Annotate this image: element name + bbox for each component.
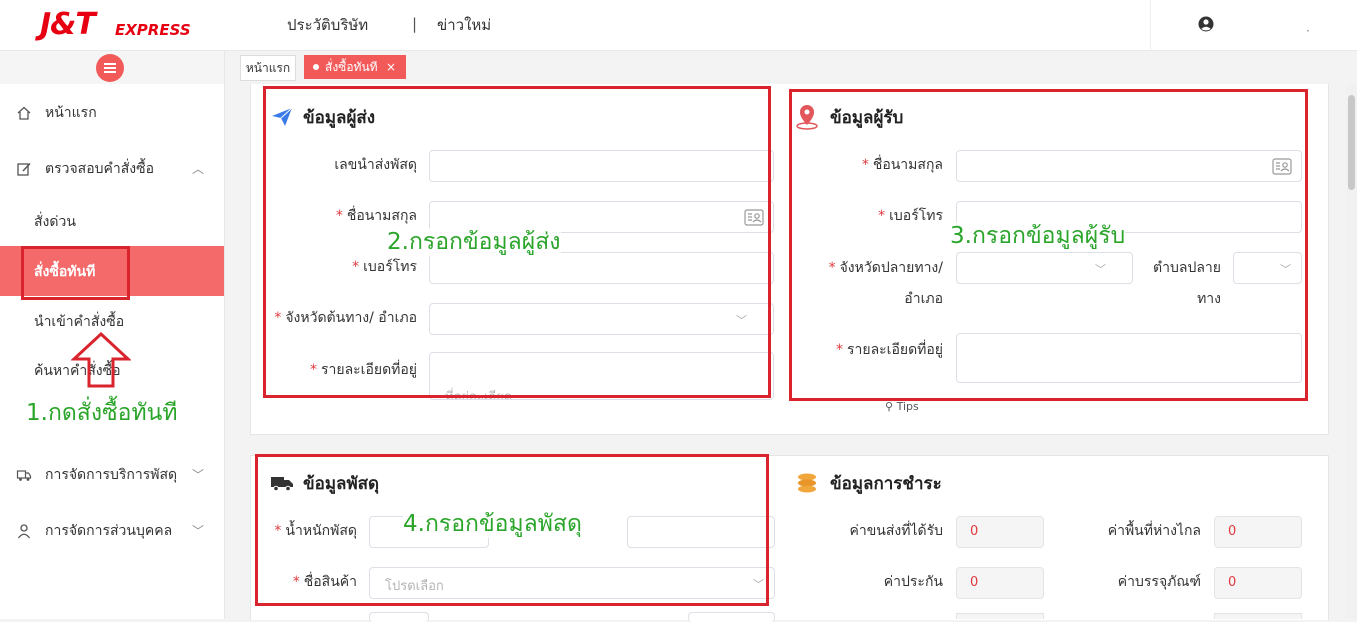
annotation-up-arrow-icon: [71, 331, 131, 388]
tab-active-dot-icon: [313, 64, 319, 70]
remote-area-fee-value: 0: [1214, 516, 1302, 548]
payment-section-title: ข้อมูลการชำระ: [830, 474, 942, 494]
tab-order-now-label: สั่งซื้อทันที: [325, 60, 378, 74]
chevron-down-icon: ﹀: [192, 524, 205, 538]
next-fee-value: [956, 613, 1044, 619]
tips-icon: ⚲: [885, 400, 897, 413]
user-area: [1150, 0, 1357, 50]
nav-news[interactable]: ข่าวใหม่: [437, 15, 491, 35]
nav-company-history[interactable]: ประวัติบริษัท: [287, 15, 368, 35]
remote-area-fee-label: ค่าพื้นที่ห่างไกล: [1107, 523, 1201, 539]
sidebar-item-personal-mgmt[interactable]: การจัดการส่วนบุคคล: [45, 521, 172, 541]
sidebar-item-quick-order[interactable]: สั่งด่วน: [34, 212, 76, 232]
packaging-fee-label: ค่าบรรจุภัณฑ์: [1117, 574, 1201, 590]
truck-icon: [16, 470, 32, 481]
annotation-step3: 3.กรอกข้อมูลผู้รับ: [950, 222, 1126, 250]
packaging-fee-value: 0: [1214, 567, 1302, 599]
sidebar-item-import-orders[interactable]: นำเข้าคำสั่งซื้อ: [34, 312, 124, 332]
home-icon: [17, 106, 31, 120]
annotation-step1: 1.กดสั่งซื้อทันที: [26, 400, 178, 426]
nav-separator: |: [412, 15, 418, 33]
parcel-next-input-2[interactable]: [688, 612, 775, 622]
annotation-step2: 2.กรอกข้อมูลผู้ส่ง: [387, 228, 561, 256]
menu-toggle-button[interactable]: [96, 54, 124, 82]
chevron-up-icon: ︿: [192, 162, 205, 176]
sidebar-item-parcel-mgmt[interactable]: การจัดการบริการพัสดุ: [45, 465, 177, 485]
annotation-step4: 4.กรอกข้อมูลพัสดุ: [403, 510, 582, 538]
jt-express-logo[interactable]: J&T EXPRESS: [40, 7, 191, 42]
user-name[interactable]: ·: [1306, 24, 1310, 38]
chevron-down-icon: ﹀: [192, 468, 205, 482]
scrollbar-thumb[interactable]: [1348, 95, 1355, 190]
person-icon: [17, 524, 31, 539]
user-icon[interactable]: [1198, 16, 1214, 32]
shipping-fee-value: 0: [956, 516, 1044, 548]
sidebar-item-check-orders[interactable]: ตรวจสอบคำสั่งซื้อ: [45, 159, 154, 179]
parcel-next-input[interactable]: [369, 612, 429, 622]
tab-order-now[interactable]: สั่งซื้อทันที ×: [304, 55, 406, 79]
menu-icon: [104, 63, 116, 73]
tab-close-icon[interactable]: ×: [386, 55, 396, 79]
coins-icon: [798, 473, 816, 493]
next-fee-value-2: [1214, 613, 1302, 619]
edit-icon: [17, 162, 31, 176]
logo-sub-text: EXPRESS: [115, 21, 191, 39]
tips-link[interactable]: ⚲ Tips: [885, 400, 919, 413]
sidebar-item-home[interactable]: หน้าแรก: [45, 103, 97, 123]
shipping-fee-label: ค่าขนส่งที่ได้รับ: [849, 523, 943, 539]
insurance-fee-label: ค่าประกัน: [883, 574, 943, 590]
tab-home[interactable]: หน้าแรก: [240, 55, 296, 81]
logo-main-text: J&T: [40, 7, 96, 42]
annotation-box-order-now: [21, 246, 130, 300]
insurance-fee-value: 0: [956, 567, 1044, 599]
